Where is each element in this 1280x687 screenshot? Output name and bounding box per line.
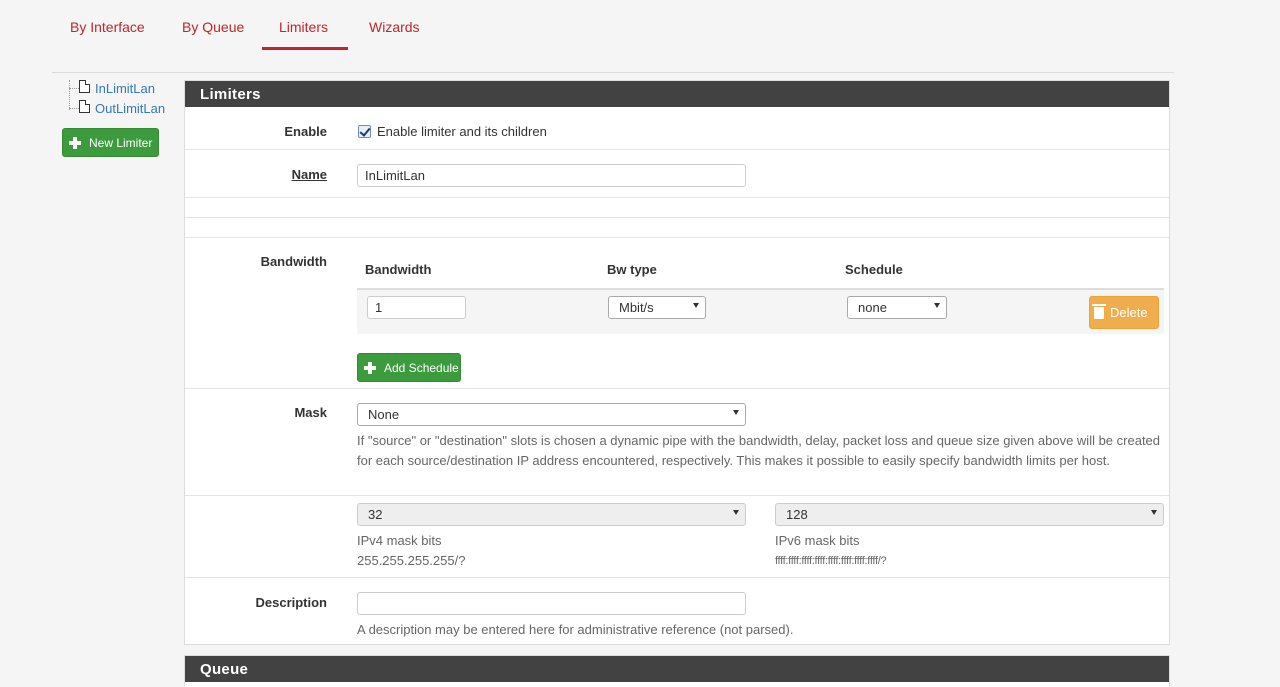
- mask-row: Mask None If "source" or "destination" s…: [185, 389, 1169, 496]
- ipv6-mask-value: 128: [786, 507, 808, 522]
- description-input[interactable]: [357, 592, 746, 615]
- file-icon: [79, 100, 90, 113]
- add-schedule-button[interactable]: Add Schedule: [357, 353, 461, 382]
- queue-panel-title: Queue: [185, 656, 1169, 682]
- description-row: Description A description may be entered…: [185, 578, 1169, 645]
- description-label: Description: [255, 595, 327, 610]
- enable-checkbox[interactable]: [358, 125, 371, 138]
- chevron-down-icon: [1151, 510, 1157, 515]
- bandwidth-table-row: 1 Mbit/s none Delete: [357, 288, 1164, 334]
- ipv6-help-sub: ffff:ffff:ffff:ffff:ffff:ffff:ffff:ffff/…: [775, 555, 887, 567]
- bandwidth-row: Bandwidth Bandwidth Bw type Schedule 1 M…: [185, 238, 1169, 389]
- chevron-down-icon: [733, 410, 739, 415]
- delete-button[interactable]: Delete: [1089, 296, 1159, 329]
- col-bw-type: Bw type: [607, 262, 657, 277]
- chevron-down-icon: [733, 510, 739, 515]
- tree-connector: [69, 80, 70, 110]
- enable-checkbox-label: Enable limiter and its children: [377, 124, 547, 139]
- ipv6-mask-select[interactable]: 128: [775, 503, 1164, 526]
- schedule-value: none: [858, 300, 887, 315]
- tab-by-queue[interactable]: By Queue: [182, 19, 244, 35]
- description-help: A description may be entered here for ad…: [357, 622, 794, 637]
- tree-link-inlimitlan[interactable]: InLimitLan: [95, 81, 155, 96]
- mask-bits-row: 32 IPv4 mask bits 255.255.255.255/? 128 …: [185, 496, 1169, 578]
- name-label: Name: [291, 167, 327, 182]
- add-schedule-label: Add Schedule: [384, 360, 459, 375]
- tab-wizards[interactable]: Wizards: [369, 19, 420, 35]
- bandwidth-label: Bandwidth: [260, 254, 327, 269]
- enable-label: Enable: [284, 124, 327, 139]
- chevron-down-icon: [693, 303, 699, 308]
- plus-icon: [69, 136, 81, 149]
- ipv4-mask-value: 32: [368, 507, 383, 522]
- file-icon: [79, 80, 90, 93]
- col-schedule: Schedule: [845, 262, 903, 277]
- bw-type-value: Mbit/s: [619, 300, 654, 315]
- ipv4-mask-select[interactable]: 32: [357, 503, 746, 526]
- queue-panel: Queue: [184, 655, 1170, 687]
- bandwidth-value-input[interactable]: 1: [367, 296, 466, 319]
- mask-help: If "source" or "destination" slots is ch…: [357, 433, 1161, 468]
- ipv6-help-title: IPv6 mask bits: [775, 533, 860, 548]
- limiters-panel-title: Limiters: [185, 81, 1169, 107]
- enable-row: Enable Enable limiter and its children: [185, 107, 1169, 150]
- tab-bar: By Interface By Queue Limiters Wizards: [52, 0, 1174, 73]
- tree-link-outlimitlan[interactable]: OutLimitLan: [95, 101, 165, 116]
- spacer-row: [185, 218, 1169, 238]
- bw-type-select[interactable]: Mbit/s: [608, 296, 706, 319]
- col-bandwidth: Bandwidth: [365, 262, 432, 277]
- ipv4-help-title: IPv4 mask bits: [357, 533, 442, 548]
- delete-label: Delete: [1110, 305, 1148, 320]
- active-tab-indicator: [262, 47, 348, 50]
- limiters-panel: Limiters Enable Enable limiter and its c…: [184, 80, 1170, 645]
- tree-branch: [69, 88, 79, 89]
- ipv4-help-sub: 255.255.255.255/?: [357, 553, 466, 568]
- new-limiter-button[interactable]: New Limiter: [62, 128, 159, 157]
- plus-icon: [364, 361, 376, 374]
- mask-select[interactable]: None: [357, 403, 746, 426]
- tab-limiters[interactable]: Limiters: [279, 19, 328, 35]
- mask-value: None: [368, 407, 400, 422]
- tree-branch: [69, 108, 79, 109]
- schedule-select[interactable]: none: [847, 296, 947, 319]
- trash-icon: [1092, 303, 1106, 319]
- new-limiter-label: New Limiter: [89, 135, 153, 150]
- mask-label: Mask: [294, 405, 327, 420]
- name-row: Name InLimitLan: [185, 150, 1169, 198]
- spacer-row: [185, 198, 1169, 218]
- name-input[interactable]: InLimitLan: [357, 164, 746, 187]
- tab-by-interface[interactable]: By Interface: [70, 19, 145, 35]
- chevron-down-icon: [934, 303, 940, 308]
